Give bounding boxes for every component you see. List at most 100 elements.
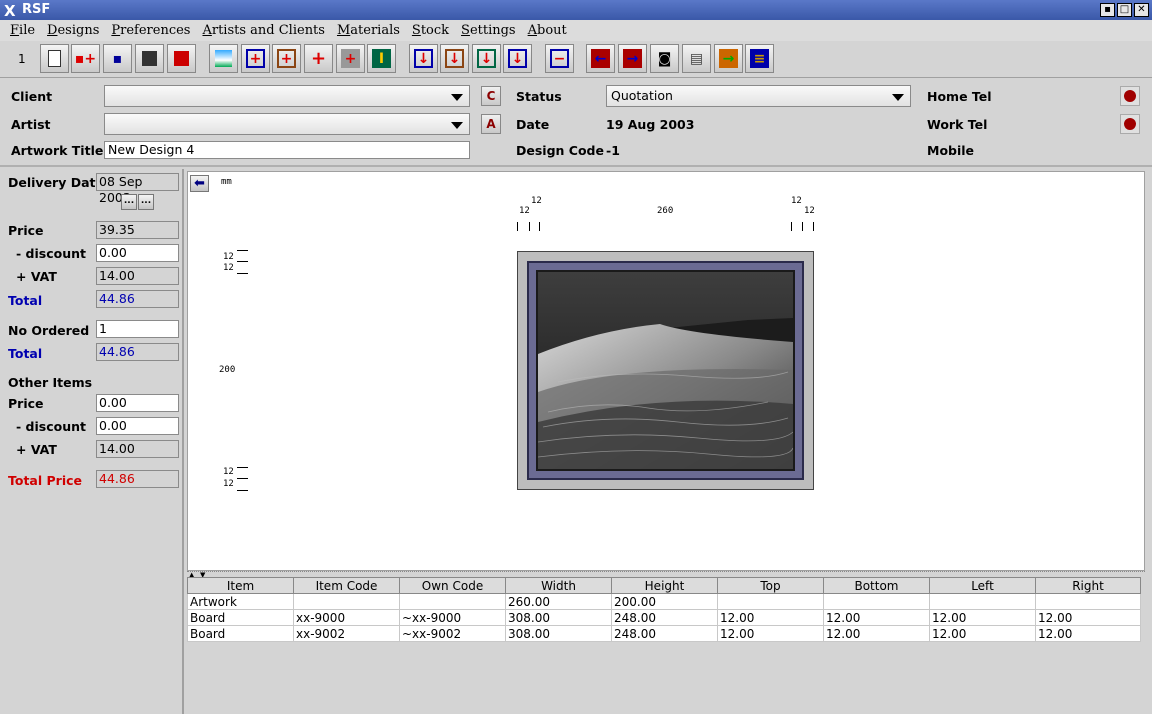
- cell-width[interactable]: 260.00: [505, 593, 612, 610]
- cell-item-code[interactable]: xx-9002: [293, 625, 400, 642]
- close-button[interactable]: ✕: [1134, 3, 1149, 17]
- import-button[interactable]: →: [714, 44, 743, 73]
- col-item-code-header[interactable]: Item Code: [293, 577, 400, 594]
- add-red-button[interactable]: +: [304, 44, 333, 73]
- col-own-code-header[interactable]: Own Code: [399, 577, 506, 594]
- dim-tick: [237, 490, 248, 491]
- col-height-header[interactable]: Height: [611, 577, 718, 594]
- artist-combo[interactable]: [104, 113, 470, 135]
- cell-item-code[interactable]: xx-9000: [293, 609, 400, 626]
- back-button[interactable]: ⬅: [190, 175, 209, 192]
- edit-record-button[interactable]: ▪: [103, 44, 132, 73]
- client-label: Client: [11, 89, 53, 104]
- add-record-button[interactable]: ▪+: [71, 44, 100, 73]
- cell-right[interactable]: [1035, 593, 1141, 610]
- menu-artists-and-clients[interactable]: Artists and Clients: [196, 20, 331, 41]
- home-tel-phone-button[interactable]: [1120, 86, 1140, 106]
- new-document-icon: [48, 50, 61, 67]
- other-price-label: Price: [8, 396, 44, 411]
- cell-bottom[interactable]: 12.00: [823, 625, 930, 642]
- menu-file[interactable]: File: [4, 20, 41, 41]
- cell-left[interactable]: [929, 593, 1036, 610]
- work-tel-phone-button[interactable]: [1120, 114, 1140, 134]
- menu-designs[interactable]: Designs: [41, 20, 105, 41]
- down-red-button[interactable]: ↓: [503, 44, 532, 73]
- delivery-date-picker-button[interactable]: ...: [121, 194, 137, 210]
- previous-button[interactable]: ←: [586, 44, 615, 73]
- table-row[interactable]: Board xx-9000 ~xx-9000 308.00 248.00 12.…: [187, 609, 1141, 626]
- other-items-label: Other Items: [8, 375, 93, 390]
- find-button[interactable]: ◙: [650, 44, 679, 73]
- cell-height[interactable]: 248.00: [611, 609, 718, 626]
- down-blue-button[interactable]: ↓: [409, 44, 438, 73]
- cell-item[interactable]: Board: [187, 609, 294, 626]
- cell-right[interactable]: 12.00: [1035, 625, 1141, 642]
- cell-height[interactable]: 200.00: [611, 593, 718, 610]
- picture-button[interactable]: [209, 44, 238, 73]
- cell-top[interactable]: 12.00: [717, 625, 824, 642]
- menu-materials[interactable]: Materials: [331, 20, 406, 41]
- col-width-header[interactable]: Width: [505, 577, 612, 594]
- discount-input[interactable]: 0.00: [96, 244, 179, 262]
- total-price-label: Total Price: [8, 473, 82, 488]
- menu-settings[interactable]: Settings: [455, 20, 522, 41]
- no-ordered-input[interactable]: 1: [96, 320, 179, 338]
- maximize-button[interactable]: □: [1117, 3, 1132, 17]
- chevron-down-icon: [451, 122, 463, 129]
- status-combo[interactable]: Quotation: [606, 85, 911, 107]
- cell-bottom[interactable]: [823, 593, 930, 610]
- col-top-header[interactable]: Top: [717, 577, 824, 594]
- measure-button[interactable]: I: [367, 44, 396, 73]
- menu-stock[interactable]: Stock: [406, 20, 455, 41]
- cell-top[interactable]: 12.00: [717, 609, 824, 626]
- cell-top[interactable]: [717, 593, 824, 610]
- cell-own-code[interactable]: ~xx-9000: [399, 609, 506, 626]
- col-item-header[interactable]: Item: [187, 577, 294, 594]
- cell-item[interactable]: Board: [187, 625, 294, 642]
- minimize-button[interactable]: ▪: [1100, 3, 1115, 17]
- design-canvas[interactable]: ⬅ mm 12 12 260 12 12 12 12 200 12 12: [187, 171, 1145, 571]
- add-blue-button[interactable]: +: [241, 44, 270, 73]
- cell-left[interactable]: 12.00: [929, 609, 1036, 626]
- table-row[interactable]: Artwork 260.00 200.00: [187, 593, 1141, 610]
- add-record-icon: ▪+: [74, 50, 97, 67]
- down-green-button[interactable]: ↓: [472, 44, 501, 73]
- picture-icon: [215, 50, 232, 67]
- next-button[interactable]: →: [618, 44, 647, 73]
- artist-lookup-button[interactable]: A: [481, 114, 501, 134]
- cell-item-code[interactable]: [293, 593, 400, 610]
- menu-about[interactable]: About: [522, 20, 573, 41]
- save-button[interactable]: [135, 44, 164, 73]
- cell-width[interactable]: 308.00: [505, 625, 612, 642]
- add-brown-button[interactable]: +: [272, 44, 301, 73]
- table-row[interactable]: Board xx-9002 ~xx-9002 308.00 248.00 12.…: [187, 625, 1141, 642]
- cell-own-code[interactable]: [399, 593, 506, 610]
- delivery-date-options-button[interactable]: ...: [138, 194, 154, 210]
- delete-button[interactable]: [167, 44, 196, 73]
- new-document-button[interactable]: [40, 44, 69, 73]
- remove-button[interactable]: −: [545, 44, 574, 73]
- cell-right[interactable]: 12.00: [1035, 609, 1141, 626]
- cell-height[interactable]: 248.00: [611, 625, 718, 642]
- col-right-header[interactable]: Right: [1035, 577, 1141, 594]
- col-bottom-header[interactable]: Bottom: [823, 577, 930, 594]
- client-combo[interactable]: [104, 85, 470, 107]
- total2-label: Total: [8, 346, 43, 361]
- col-left-header[interactable]: Left: [929, 577, 1036, 594]
- cell-own-code[interactable]: ~xx-9002: [399, 625, 506, 642]
- other-discount-input[interactable]: 0.00: [96, 417, 179, 435]
- down-brown-button[interactable]: ↓: [440, 44, 469, 73]
- cell-width[interactable]: 308.00: [505, 609, 612, 626]
- menu-preferences[interactable]: Preferences: [105, 20, 196, 41]
- vat-value: 14.00: [96, 267, 179, 285]
- cell-item[interactable]: Artwork: [187, 593, 294, 610]
- cell-left[interactable]: 12.00: [929, 625, 1036, 642]
- other-price-input[interactable]: 0.00: [96, 394, 179, 412]
- menu-bar: File Designs Preferences Artists and Cli…: [0, 20, 1152, 41]
- print-button[interactable]: ▤: [682, 44, 711, 73]
- add-grey-button[interactable]: +: [336, 44, 365, 73]
- report-button[interactable]: ≡: [745, 44, 774, 73]
- client-lookup-button[interactable]: C: [481, 86, 501, 106]
- artwork-title-input[interactable]: New Design 4: [104, 141, 470, 159]
- cell-bottom[interactable]: 12.00: [823, 609, 930, 626]
